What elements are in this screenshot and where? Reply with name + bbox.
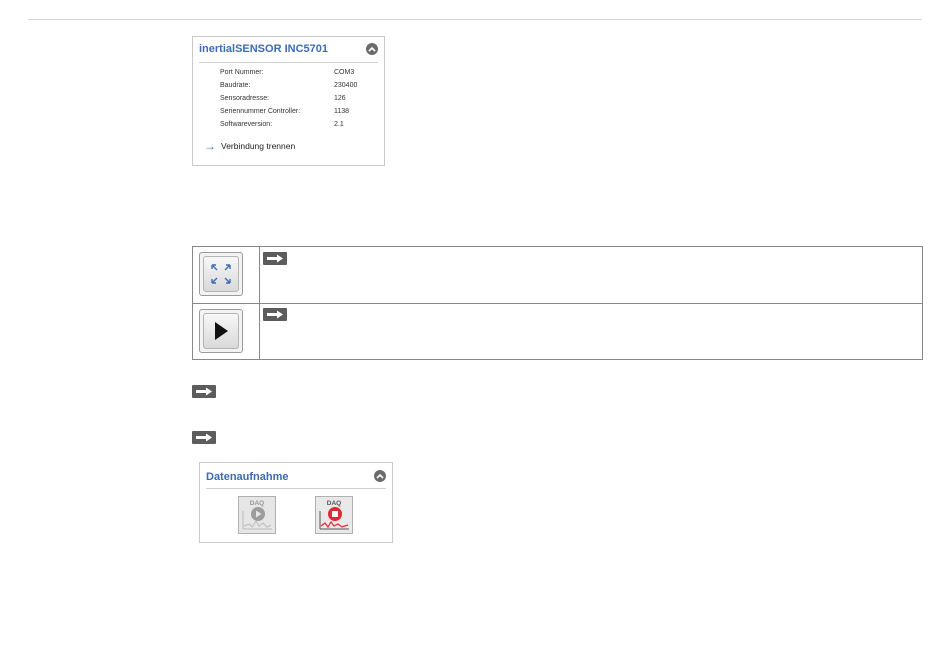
sensor-panel-title: inertialSENSOR INC5701 <box>199 43 328 55</box>
info-row-baudrate: Baudrate: 230400 <box>220 82 370 92</box>
disconnect-label: Verbindung trennen <box>221 141 296 151</box>
right-arrow-icon <box>192 431 216 444</box>
svg-text:DAQ: DAQ <box>250 500 264 507</box>
info-label: Softwareversion: <box>220 121 273 128</box>
svg-text:DAQ: DAQ <box>327 500 341 507</box>
info-label: Port Nummer: <box>220 69 264 76</box>
play-button[interactable] <box>199 309 243 353</box>
right-arrow-icon <box>263 252 287 265</box>
info-row-sensoraddress: Sensoradresse: 126 <box>220 95 370 105</box>
sensor-panel: inertialSENSOR INC5701 Port Nummer: COM3… <box>192 36 385 166</box>
daq-stop-button[interactable]: DAQ <box>315 496 353 534</box>
panel-divider <box>199 62 378 63</box>
play-icon <box>215 322 228 340</box>
panel-divider <box>206 488 386 489</box>
daq-stop-icon: DAQ <box>319 500 349 530</box>
right-arrow-icon <box>263 308 287 321</box>
info-value: 2.1 <box>334 121 344 128</box>
daq-start-icon: DAQ <box>242 500 272 530</box>
disconnect-link[interactable]: → Verbindung trennen <box>204 140 295 152</box>
top-divider <box>28 19 922 20</box>
info-row-serial: Seriennummer Controller: 1138 <box>220 108 370 118</box>
info-label: Seriennummer Controller: <box>220 108 301 115</box>
daq-start-button[interactable]: DAQ <box>238 496 276 534</box>
fit-view-button[interactable] <box>199 252 243 296</box>
info-label: Sensoradresse: <box>220 95 270 102</box>
daq-panel: Datenaufnahme DAQ DAQ <box>199 462 393 543</box>
table-row-divider <box>193 303 922 304</box>
right-arrow-icon: → <box>204 139 216 153</box>
info-value: 126 <box>334 95 346 102</box>
info-label: Baudrate: <box>220 82 251 89</box>
fit-to-window-icon <box>211 264 231 284</box>
collapse-icon[interactable] <box>366 43 378 55</box>
info-row-software: Softwareversion: 2.1 <box>220 121 370 131</box>
info-row-port: Port Nummer: COM3 <box>220 69 370 79</box>
right-arrow-icon <box>192 385 216 398</box>
info-value: 230400 <box>334 82 358 89</box>
daq-panel-title: Datenaufnahme <box>206 471 289 483</box>
collapse-icon[interactable] <box>374 470 386 482</box>
info-value: 1138 <box>334 108 350 115</box>
button-table <box>192 246 923 360</box>
info-value: COM3 <box>334 69 355 76</box>
